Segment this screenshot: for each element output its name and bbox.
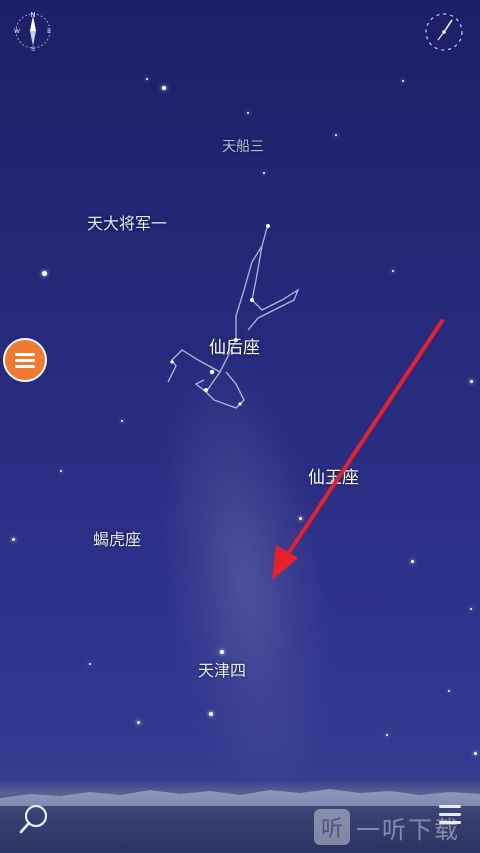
star[interactable] — [89, 663, 91, 665]
star[interactable] — [392, 270, 394, 272]
menu-button[interactable] — [3, 338, 47, 382]
menu-icon — [15, 350, 35, 371]
compass-n: N — [30, 11, 35, 19]
search-icon — [19, 804, 48, 834]
label-tiandajiangjun1[interactable]: 天大将军一 — [87, 210, 167, 234]
compass-e: E — [47, 28, 51, 35]
star[interactable] — [146, 78, 148, 80]
star[interactable] — [402, 80, 404, 82]
star[interactable] — [263, 172, 265, 174]
star[interactable] — [220, 650, 224, 654]
star[interactable] — [335, 134, 337, 136]
star[interactable] — [42, 271, 47, 276]
compass-icon[interactable]: N E S W — [12, 10, 54, 53]
star[interactable] — [121, 420, 123, 422]
compass-s: S — [31, 46, 35, 52]
label-tianjin4[interactable]: 天津四 — [198, 657, 246, 681]
label-tianchuan3[interactable]: 天船三 — [222, 136, 264, 156]
star[interactable] — [299, 517, 302, 520]
star[interactable] — [411, 560, 414, 563]
star[interactable] — [209, 712, 213, 716]
watermark-text: 一听下载 — [356, 815, 460, 844]
star[interactable] — [474, 752, 477, 755]
label-cassiopeia[interactable]: 仙后座 — [209, 333, 260, 358]
star[interactable] — [60, 470, 62, 472]
mountain-silhouette — [0, 789, 480, 806]
star[interactable] — [470, 380, 473, 383]
search-button[interactable] — [12, 798, 56, 842]
label-lacerta[interactable]: 蝎虎座 — [93, 526, 141, 550]
label-cepheus[interactable]: 仙王座 — [308, 463, 359, 488]
star[interactable] — [12, 538, 15, 541]
star[interactable] — [162, 86, 166, 90]
watermark-logo: 听 — [314, 809, 350, 845]
watermark: 听 一听下载 — [314, 807, 474, 847]
milky-way-glow — [140, 351, 350, 809]
star[interactable] — [386, 734, 388, 736]
star[interactable] — [470, 608, 472, 610]
star[interactable] — [137, 721, 140, 724]
star[interactable] — [247, 112, 249, 114]
clock-icon[interactable] — [422, 10, 466, 54]
star[interactable] — [448, 690, 450, 692]
compass-w: W — [14, 28, 20, 35]
